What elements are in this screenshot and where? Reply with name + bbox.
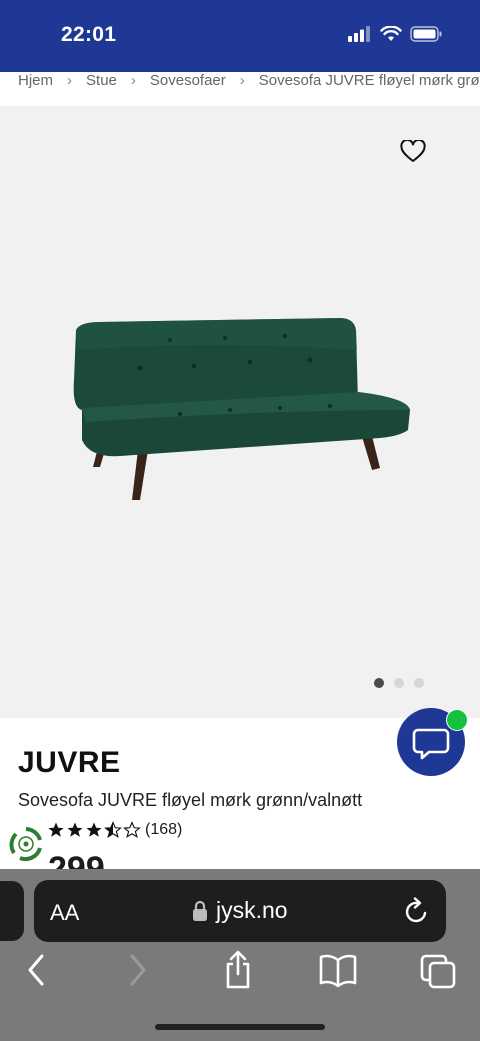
chat-online-badge [446, 709, 468, 731]
breadcrumb: Hjem › Stue › Sovesofaer › Sovesofa JUVR… [0, 72, 480, 106]
wishlist-heart-icon[interactable] [400, 140, 426, 164]
star-full-icon [67, 822, 83, 837]
eco-recycle-icon[interactable] [8, 826, 44, 862]
product-image-sofa [73, 318, 410, 500]
gallery-pagination [374, 678, 424, 688]
browser-toolbar [0, 950, 480, 994]
battery-icon [410, 26, 442, 42]
status-time: 22:01 [61, 23, 117, 46]
product-rating[interactable]: (168) [47, 821, 182, 839]
previous-tab-peek[interactable] [0, 881, 24, 941]
reload-icon[interactable] [404, 897, 430, 925]
star-full-icon [86, 822, 102, 837]
status-icons [348, 26, 442, 42]
bookmarks-icon[interactable] [318, 950, 358, 990]
wifi-icon [380, 26, 402, 41]
url-text[interactable]: jysk.no [216, 897, 288, 924]
star-empty-icon [123, 821, 141, 838]
breadcrumb-separator-icon: › [67, 72, 73, 89]
status-bar: 22:01 [0, 0, 480, 72]
product-brand: JUVRE [18, 746, 121, 779]
breadcrumb-item-sovesofaer[interactable]: Sovesofaer [150, 72, 226, 89]
forward-icon[interactable] [124, 950, 152, 990]
breadcrumb-separator-icon: › [239, 72, 245, 89]
gallery-dot[interactable] [374, 678, 384, 688]
reader-options-button[interactable]: AA [50, 900, 79, 926]
gallery-dot[interactable] [414, 678, 424, 688]
lock-icon [193, 900, 207, 921]
home-indicator[interactable] [155, 1024, 325, 1030]
address-bar[interactable]: AA jysk.no [34, 880, 446, 942]
tabs-icon[interactable] [420, 950, 458, 990]
back-icon[interactable] [22, 950, 50, 990]
signal-icon [348, 26, 370, 42]
breadcrumb-item-stue[interactable]: Stue [86, 72, 117, 89]
breadcrumb-item-current: Sovesofa JUVRE fløyel mørk grøn [258, 72, 480, 89]
star-full-icon [48, 822, 64, 837]
product-price: 299 [48, 850, 105, 869]
review-count: (168) [145, 821, 183, 838]
rating-stars [47, 821, 141, 839]
breadcrumb-separator-icon: › [130, 72, 136, 89]
breadcrumb-item-home[interactable]: Hjem [18, 72, 53, 89]
star-half-icon [104, 821, 122, 838]
gallery-dot[interactable] [394, 678, 404, 688]
product-name: Sovesofa JUVRE fløyel mørk grønn/valnøtt [18, 790, 363, 810]
share-icon[interactable] [222, 950, 254, 990]
